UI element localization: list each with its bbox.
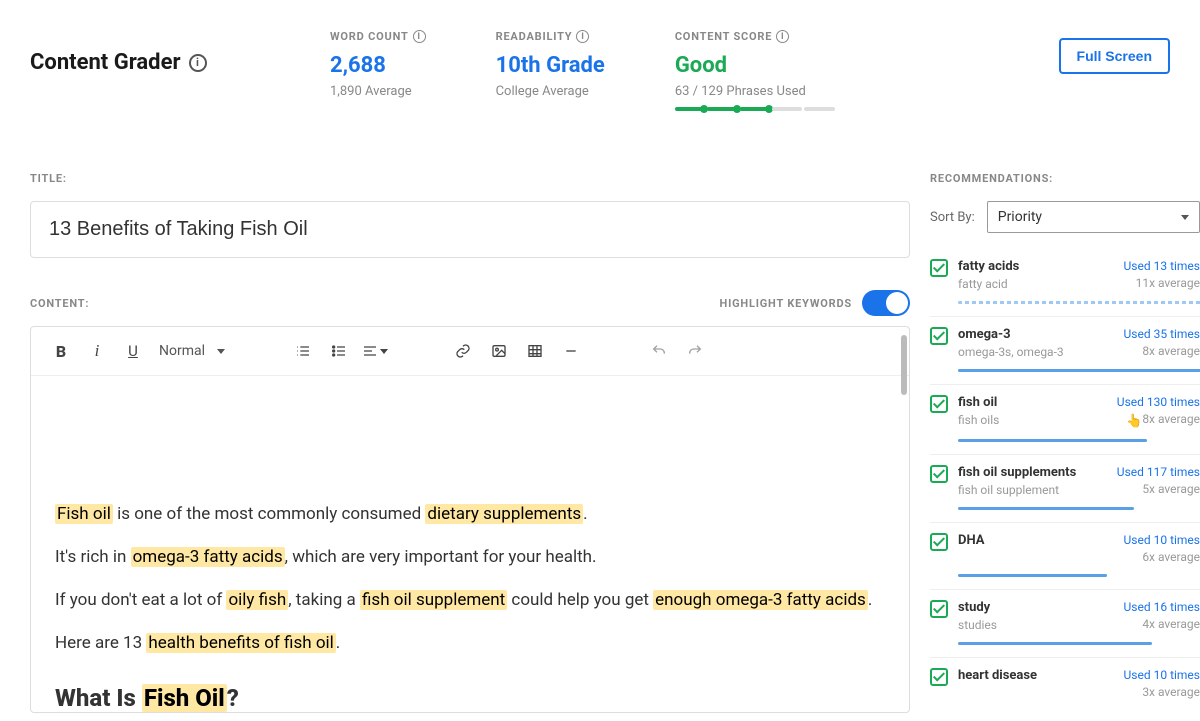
- content-editor: B i U Normal: [30, 326, 910, 713]
- metric-word-count: WORD COUNTi 2,688 1,890 Average: [330, 30, 426, 111]
- recommendation-name: fish oil: [958, 395, 1117, 410]
- editor-body[interactable]: Fish oil is one of the most commonly con…: [31, 376, 909, 712]
- title-label: TITLE:: [30, 172, 910, 185]
- paragraph-style-select[interactable]: Normal: [153, 343, 231, 359]
- italic-button[interactable]: i: [81, 335, 113, 367]
- recommendation-item[interactable]: DHA Used 10 times 6x average: [930, 523, 1200, 590]
- recommendation-used: Used 117 times: [1117, 465, 1200, 479]
- bold-button[interactable]: B: [45, 335, 77, 367]
- recommendation-name: heart disease: [958, 668, 1124, 683]
- table-button[interactable]: [519, 335, 551, 367]
- content-score-phrases: 63 / 129 Phrases Used: [675, 84, 835, 99]
- recommendation-variants: omega-3s, omega-3: [958, 345, 1124, 359]
- recommendation-bar: [958, 301, 1200, 304]
- recommendation-used: Used 16 times: [1124, 600, 1200, 614]
- recommendation-bar: [958, 574, 1107, 577]
- chevron-down-icon: [1181, 215, 1189, 220]
- recommendation-item[interactable]: fish oil supplements fish oil supplement…: [930, 455, 1200, 523]
- recommendation-checkbox[interactable]: [930, 668, 948, 686]
- title-input[interactable]: [30, 201, 910, 258]
- recommendation-checkbox[interactable]: [930, 533, 948, 551]
- readability-average: College Average: [496, 84, 605, 99]
- recommendation-checkbox[interactable]: [930, 259, 948, 277]
- info-icon[interactable]: i: [576, 30, 589, 43]
- content-label: CONTENT:: [30, 297, 89, 310]
- recommendation-variants: fatty acid: [958, 277, 1124, 291]
- recommendation-average: 6x average: [1124, 550, 1200, 564]
- recommendation-average: 8x average: [1124, 344, 1200, 358]
- undo-button[interactable]: [643, 335, 675, 367]
- cursor-icon: 👆: [1126, 414, 1142, 429]
- recommendation-checkbox[interactable]: [930, 327, 948, 345]
- content-score-progress: [675, 107, 835, 111]
- redo-button[interactable]: [679, 335, 711, 367]
- readability-value: 10th Grade: [496, 53, 605, 78]
- recommendation-name: study: [958, 600, 1124, 615]
- horizontal-rule-button[interactable]: [555, 335, 587, 367]
- recommendation-item[interactable]: study studies Used 16 times 4x average: [930, 590, 1200, 658]
- recommendations-label: RECOMMENDATIONS:: [930, 172, 1200, 185]
- recommendation-variants: studies: [958, 618, 1124, 632]
- recommendation-item[interactable]: fish oil fish oils Used 130 times 👆8x av…: [930, 385, 1200, 455]
- recommendation-item[interactable]: omega-3 omega-3s, omega-3 Used 35 times …: [930, 317, 1200, 385]
- recommendation-variants: fish oil supplement: [958, 483, 1117, 497]
- link-button[interactable]: [447, 335, 479, 367]
- recommendation-average: 5x average: [1117, 482, 1200, 496]
- recommendation-checkbox[interactable]: [930, 465, 948, 483]
- recommendation-used: Used 130 times: [1117, 395, 1200, 409]
- unordered-list-button[interactable]: [323, 335, 355, 367]
- recommendation-average: 4x average: [1124, 617, 1200, 631]
- recommendation-bar: [958, 369, 1200, 372]
- recommendation-name: fish oil supplements: [958, 465, 1117, 480]
- recommendation-checkbox[interactable]: [930, 395, 948, 413]
- recommendation-average: 3x average: [1124, 685, 1200, 699]
- recommendation-name: omega-3: [958, 327, 1124, 342]
- recommendation-name: fatty acids: [958, 259, 1124, 274]
- recommendation-average: 11x average: [1124, 276, 1200, 290]
- recommendation-used: Used 10 times: [1124, 533, 1200, 547]
- info-icon[interactable]: i: [776, 30, 789, 43]
- word-count-average: 1,890 Average: [330, 84, 426, 99]
- highlight-keywords-label: HIGHLIGHT KEYWORDS: [720, 297, 852, 310]
- ordered-list-button[interactable]: [287, 335, 319, 367]
- chevron-down-icon: [380, 349, 388, 354]
- metric-readability: READABILITYi 10th Grade College Average: [496, 30, 605, 111]
- sort-by-label: Sort By:: [930, 210, 975, 225]
- recommendation-bar: [958, 642, 1152, 645]
- recommendation-average: 👆8x average: [1117, 412, 1200, 429]
- recommendation-checkbox[interactable]: [930, 600, 948, 618]
- recommendation-item[interactable]: fatty acids fatty acid Used 13 times 11x…: [930, 249, 1200, 317]
- highlight-keywords-toggle[interactable]: [862, 290, 910, 316]
- underline-button[interactable]: U: [117, 335, 149, 367]
- recommendation-bar: [958, 507, 1134, 510]
- app-title: Content Grader i: [30, 50, 330, 75]
- metric-content-score: CONTENT SCOREi Good 63 / 129 Phrases Use…: [675, 30, 835, 111]
- recommendation-used: Used 10 times: [1124, 668, 1200, 682]
- word-count-value: 2,688: [330, 53, 426, 78]
- recommendation-bar: [958, 439, 1147, 442]
- recommendation-item[interactable]: heart disease Used 10 times 3x average: [930, 658, 1200, 721]
- recommendation-used: Used 13 times: [1124, 259, 1200, 273]
- info-icon[interactable]: i: [189, 54, 207, 72]
- recommendation-used: Used 35 times: [1124, 327, 1200, 341]
- full-screen-button[interactable]: Full Screen: [1059, 38, 1170, 74]
- sort-by-select[interactable]: Priority: [987, 201, 1200, 233]
- align-button[interactable]: [359, 335, 391, 367]
- content-score-value: Good: [675, 53, 835, 78]
- chevron-down-icon: [217, 349, 225, 354]
- recommendation-name: DHA: [958, 533, 1124, 548]
- info-icon[interactable]: i: [413, 30, 426, 43]
- image-button[interactable]: [483, 335, 515, 367]
- recommendation-variants: fish oils: [958, 413, 1117, 427]
